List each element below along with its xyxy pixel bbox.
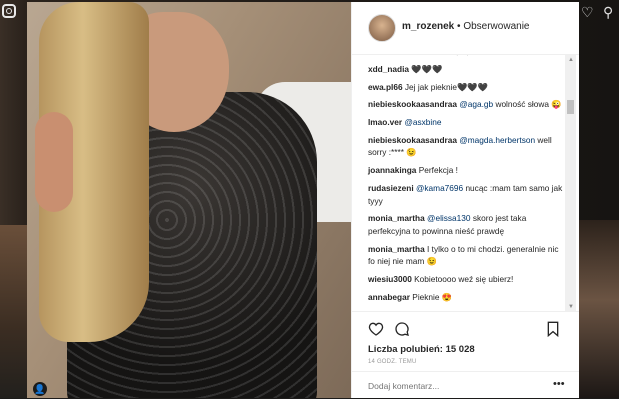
heart-outline-icon[interactable]: ♡	[581, 4, 594, 21]
comment-input[interactable]	[368, 381, 538, 391]
comment-item: xdd_nadia 🖤🖤🖤	[368, 63, 566, 76]
post-actions: Liczba polubień: 15 028 14 GODZ. TEMU	[352, 311, 579, 372]
comment-item: lmao.ver @asxbine	[368, 116, 566, 129]
comment-mention[interactable]: @aga.gb	[459, 99, 493, 109]
comment-item: niebieskookaasandraa @magda.herbertson w…	[368, 134, 566, 159]
comment-item: joannakinga Perfekcja !	[368, 164, 566, 177]
comment-item: niebieskookaasandraa @aga.gb wolność sło…	[368, 98, 566, 111]
comment-item: wiesiu3000 Kobietoooo weź się ubierz!	[368, 273, 566, 286]
likes-count[interactable]: Liczba polubień: 15 028	[368, 344, 475, 355]
heart-icon[interactable]	[368, 321, 384, 337]
comment-icon[interactable]	[394, 321, 410, 337]
comment-username[interactable]: rudasiezeni	[368, 183, 414, 193]
comment-item: zuzaneczka_deutsch 🖤🖤	[368, 55, 566, 58]
comment-username[interactable]: zuzaneczka_deutsch	[368, 55, 450, 56]
more-options-icon[interactable]: •••	[553, 378, 565, 390]
comment-username[interactable]: wiesiu3000	[368, 274, 412, 284]
comment-username[interactable]: monia_martha	[368, 213, 425, 223]
comment-username[interactable]: annabegar	[368, 292, 410, 302]
comment-text: 🖤🖤🖤	[411, 63, 443, 74]
post-side-panel: m_rozenek • Obserwowanie zuzaneczka_deut…	[351, 2, 579, 398]
header-separator: •	[457, 21, 461, 32]
post-photo[interactable]	[27, 2, 351, 398]
comment-item: annabegar Pieknie 😍	[368, 291, 566, 304]
user-tag-icon[interactable]: 👤	[33, 382, 47, 396]
post-header-text: m_rozenek • Obserwowanie	[402, 21, 529, 32]
comment-item: rudasiezeni @kama7696 nucąc :mam tam sam…	[368, 182, 566, 207]
profile-icon[interactable]: ⚲	[603, 4, 613, 21]
post-header: m_rozenek • Obserwowanie	[352, 2, 579, 55]
comments-list[interactable]: zuzaneczka_deutsch 🖤🖤 xdd_nadia 🖤🖤🖤 ewa.pl…	[352, 55, 579, 311]
scroll-up-icon[interactable]: ▲	[568, 57, 574, 63]
instagram-logo-icon[interactable]	[2, 4, 16, 18]
comment-text: 🖤🖤	[452, 55, 473, 56]
comment-text: Perfekcja !	[418, 165, 458, 176]
scroll-down-icon[interactable]: ▼	[568, 304, 574, 310]
scrollbar-thumb[interactable]	[567, 100, 574, 114]
comment-text: Jej jak pieknie🖤🖤🖤	[404, 81, 489, 92]
comment-item: monia_martha I tylko o to mi chodzi. gen…	[368, 243, 566, 268]
comments-scrollbar[interactable]: ▲ ▼	[565, 55, 576, 311]
comment-username[interactable]: niebieskookaasandraa	[368, 135, 457, 145]
comment-item: monia_martha @elissa130 skoro jest taka …	[368, 212, 566, 237]
add-comment-bar: •••	[352, 371, 579, 399]
bookmark-icon[interactable]	[546, 321, 560, 337]
comment-username[interactable]: niebieskookaasandraa	[368, 99, 457, 109]
username-link[interactable]: m_rozenek	[402, 21, 454, 32]
comment-username[interactable]: xdd_nadia	[368, 64, 409, 74]
follow-button[interactable]: Obserwowanie	[463, 21, 529, 32]
comment-item: ewa.pl66 Jej jak pieknie🖤🖤🖤	[368, 81, 566, 94]
comment-mention[interactable]: @magda.herbertson	[459, 135, 535, 145]
comment-username[interactable]: monia_martha	[368, 244, 425, 254]
comment-username[interactable]: joannakinga	[368, 165, 416, 175]
comment-text: wolność słowa 😜	[493, 99, 562, 110]
post-timestamp[interactable]: 14 GODZ. TEMU	[368, 359, 417, 365]
comment-text: Pieknie 😍	[412, 291, 453, 302]
comment-mention[interactable]: @elissa130	[427, 213, 470, 223]
background-photo-left	[0, 225, 27, 398]
avatar[interactable]	[368, 14, 396, 42]
comment-text: Kobietoooo weź się ubierz!	[414, 273, 514, 284]
background-photo-right	[578, 220, 619, 398]
comment-username[interactable]: ewa.pl66	[368, 82, 403, 92]
comment-mention[interactable]: @kama7696	[416, 183, 463, 193]
comment-mention[interactable]: @asxbine	[404, 117, 441, 127]
comment-username[interactable]: lmao.ver	[368, 117, 402, 127]
